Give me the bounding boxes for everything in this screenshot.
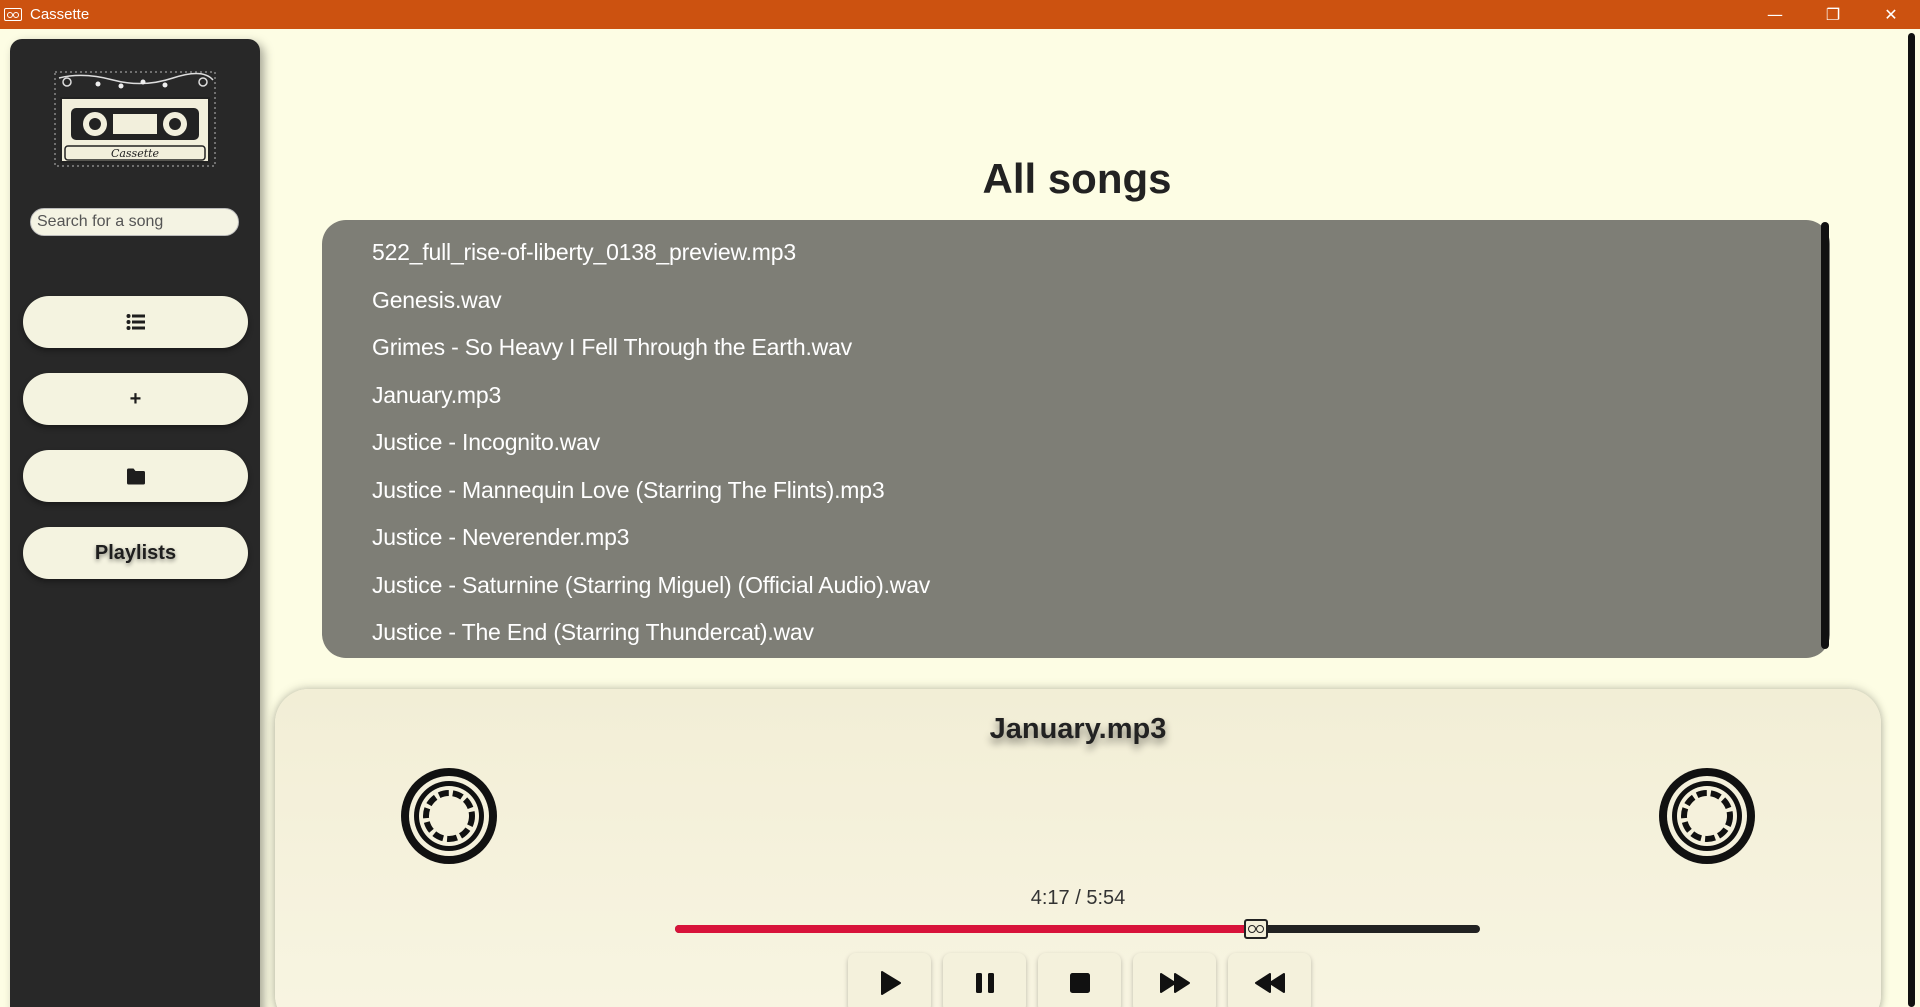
open-folder-button[interactable]	[23, 450, 248, 502]
progress-bar[interactable]	[675, 919, 1480, 939]
page-title: All songs	[982, 155, 1172, 202]
rewind-button[interactable]	[1228, 953, 1311, 1007]
cassette-logo: Cassette	[54, 71, 216, 167]
stop-button[interactable]	[1038, 953, 1121, 1007]
window-title: Cassette	[30, 6, 90, 23]
all-songs-button[interactable]	[23, 296, 248, 348]
song-item[interactable]: Genesis.wav	[322, 278, 1830, 326]
player-panel: January.mp3 4:17 / 5:54	[275, 689, 1881, 1007]
folder-icon	[126, 468, 145, 484]
now-playing-title: January.mp3	[989, 713, 1167, 745]
plus-icon: +	[129, 387, 142, 410]
right-reel-icon	[1659, 768, 1755, 864]
pause-icon	[975, 973, 994, 993]
stop-icon	[1069, 973, 1090, 993]
fast-forward-icon	[1159, 973, 1190, 993]
song-item[interactable]: Justice - Neverender.mp3	[322, 515, 1830, 563]
song-list: 522_full_rise-of-liberty_0138_preview.mp…	[322, 220, 1830, 658]
restore-button[interactable]: ❐	[1804, 0, 1862, 29]
title-bar: Cassette — ❐ ✕	[0, 0, 1920, 29]
search-input[interactable]	[30, 208, 239, 236]
playlists-label: Playlists	[94, 541, 177, 564]
close-button[interactable]: ✕	[1862, 0, 1920, 29]
song-item[interactable]: 522_full_rise-of-liberty_0138_preview.mp…	[322, 230, 1830, 278]
progress-thumb-cassette-icon[interactable]	[1244, 919, 1269, 939]
page-scrollbar[interactable]	[1908, 33, 1915, 1007]
song-item[interactable]: Justice - The End (Starring Thundercat).…	[322, 610, 1830, 658]
song-item[interactable]: Justice - Incognito.wav	[322, 420, 1830, 468]
fast-forward-button[interactable]	[1133, 953, 1216, 1007]
svg-text:Cassette: Cassette	[111, 147, 160, 160]
window-controls: — ❐ ✕	[1746, 0, 1920, 29]
song-item[interactable]: Justice - Saturnine (Starring Miguel) (O…	[322, 563, 1830, 611]
song-item[interactable]: Grimes - So Heavy I Fell Through the Ear…	[322, 325, 1830, 373]
left-reel-icon	[401, 768, 497, 864]
playback-controls	[848, 953, 1311, 1007]
play-button[interactable]	[848, 953, 931, 1007]
rewind-icon	[1254, 973, 1285, 993]
progress-fill	[675, 925, 1257, 933]
song-list-scrollbar[interactable]	[1821, 222, 1829, 649]
playlists-button[interactable]: Playlists	[23, 527, 248, 579]
sidebar: Cassette + Playlists	[10, 39, 260, 1007]
cassette-app-icon	[4, 8, 22, 21]
list-icon	[126, 314, 145, 330]
song-item[interactable]: January.mp3	[322, 373, 1830, 421]
time-display: 4:17 / 5:54	[1030, 887, 1126, 909]
pause-button[interactable]	[943, 953, 1026, 1007]
play-icon	[880, 971, 901, 995]
song-item[interactable]: Justice - Mannequin Love (Starring The F…	[322, 468, 1830, 516]
add-song-button[interactable]: +	[23, 373, 248, 425]
minimize-button[interactable]: —	[1746, 0, 1804, 29]
